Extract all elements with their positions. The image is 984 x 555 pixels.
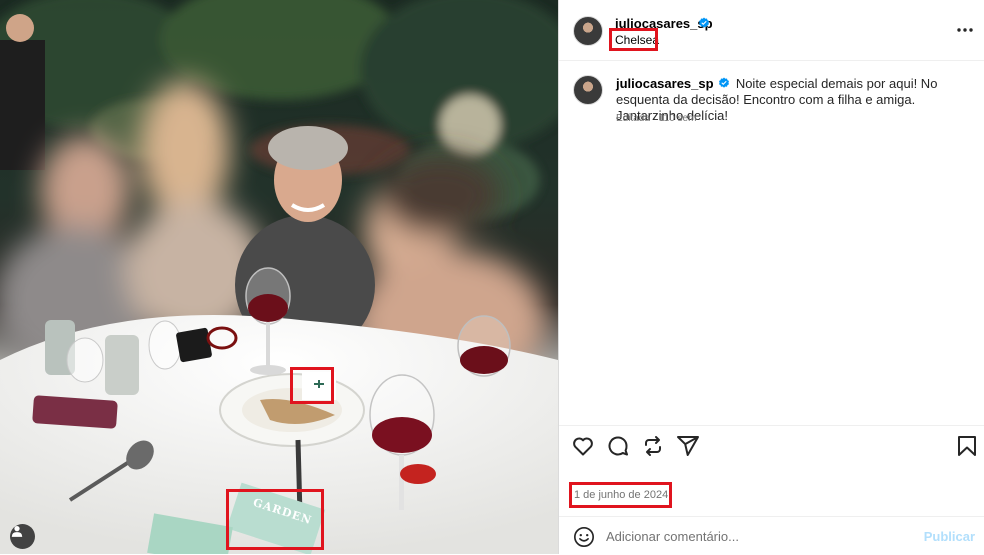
highlight-box-location — [609, 28, 658, 51]
user-silhouette-icon — [11, 526, 23, 537]
send-icon[interactable] — [676, 434, 700, 458]
edited-label: Editada — [616, 113, 650, 124]
highlight-box-logo — [290, 367, 334, 404]
user-tag-icon[interactable] — [10, 524, 35, 549]
highlight-box-napkin — [226, 489, 324, 550]
comment-bar: Publicar — [559, 516, 984, 555]
photo-scene — [0, 0, 558, 554]
more-options-icon[interactable] — [955, 20, 975, 40]
publish-button[interactable]: Publicar — [924, 529, 975, 544]
post-header: juliocasares_sp Chelsea — [559, 0, 984, 61]
avatar[interactable] — [573, 16, 603, 46]
post-age[interactable]: 110 sem — [659, 113, 697, 124]
caption-avatar[interactable] — [573, 75, 603, 105]
bookmark-icon[interactable] — [955, 434, 979, 458]
caption-meta: Editada · 110 sem — [616, 113, 696, 124]
meta-separator: · — [652, 113, 657, 124]
caption-username[interactable]: juliocasares_sp — [616, 76, 714, 91]
verified-badge-icon — [699, 17, 709, 28]
comment-icon[interactable] — [606, 434, 630, 458]
heart-icon[interactable] — [571, 434, 595, 458]
post-photo[interactable]: GARDEN — [0, 0, 558, 554]
repost-icon[interactable] — [641, 434, 665, 458]
verified-badge-icon — [719, 77, 730, 88]
post-side-panel: juliocasares_sp Chelsea juliocasares_sp … — [558, 0, 984, 554]
action-bar — [559, 425, 984, 466]
comment-input[interactable] — [606, 526, 906, 546]
highlight-box-date — [569, 482, 672, 508]
emoji-icon[interactable] — [573, 526, 595, 548]
